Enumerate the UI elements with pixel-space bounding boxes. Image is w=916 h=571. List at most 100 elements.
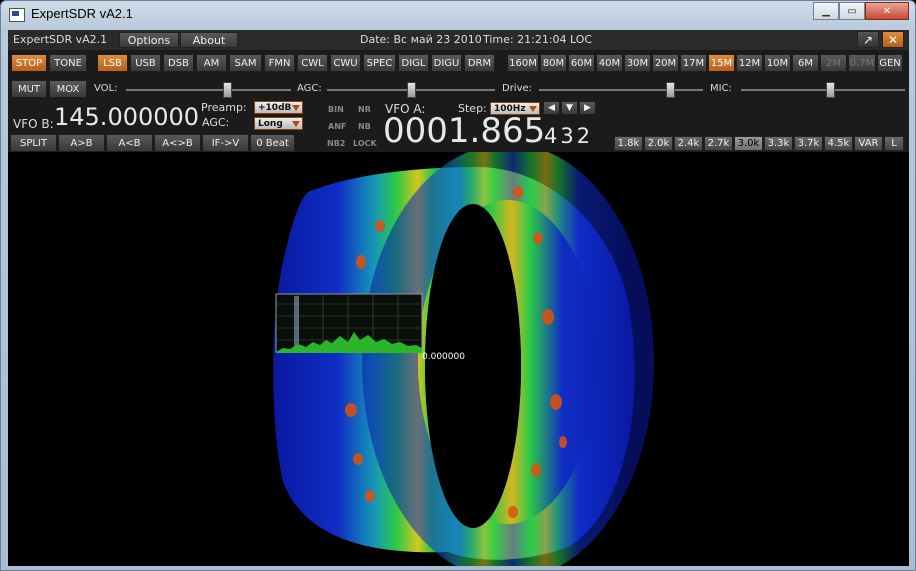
bandwidth-button-l[interactable]: L [884, 136, 904, 151]
bandwidth-button-3-0k[interactable]: 3.0k [734, 136, 763, 151]
nr-indicator[interactable]: NR [358, 105, 371, 114]
stop-button[interactable]: STOP [11, 54, 47, 72]
bandwidth-button-2-7k[interactable]: 2.7k [704, 136, 733, 151]
band-button-60m[interactable]: 60M [568, 54, 595, 72]
tone-button[interactable]: TONE [49, 54, 87, 72]
bandwidth-button-1-8k[interactable]: 1.8k [614, 136, 643, 151]
band-button-0-7m[interactable]: 0.7M [848, 54, 876, 72]
vol-slider[interactable] [126, 82, 291, 98]
vfo-button-3[interactable]: A<>B [154, 134, 201, 152]
anf-indicator[interactable]: ANF [328, 122, 346, 131]
mode-button-drm[interactable]: DRM [464, 54, 495, 72]
bandwidth-button-4-5k[interactable]: 4.5k [824, 136, 853, 151]
nb-indicator[interactable]: NB [358, 122, 371, 131]
drive-thumb[interactable] [666, 82, 676, 98]
bandwidth-button-var[interactable]: VAR [854, 136, 883, 151]
window-title: ExpertSDR vA2.1 [31, 6, 133, 21]
app-label: ExpertSDR vA2.1 [13, 33, 108, 46]
rx-passband-marker [294, 296, 299, 352]
vol-thumb[interactable] [222, 82, 232, 98]
maximize-icon: ▭ [847, 5, 857, 17]
band-button-40m[interactable]: 40M [596, 54, 623, 72]
options-menu[interactable]: Options [119, 32, 179, 48]
agc-select[interactable]: Long [254, 117, 303, 130]
drive-slider[interactable] [539, 82, 703, 98]
vfo-b-label: VFO B: [13, 117, 54, 131]
bin-indicator[interactable]: BIN [328, 105, 344, 114]
panel-close-button[interactable]: ✕ [882, 31, 904, 48]
band-button-15m[interactable]: 15M [708, 54, 735, 72]
bandwidth-button-3-3k[interactable]: 3.3k [764, 136, 793, 151]
agc-slider[interactable] [327, 82, 495, 98]
nb2-indicator[interactable]: NB2 [327, 139, 345, 148]
mode-button-usb[interactable]: USB [130, 54, 161, 72]
band-button-6m[interactable]: 6M [792, 54, 819, 72]
mode-button-fmn[interactable]: FMN [264, 54, 295, 72]
mute-button[interactable]: MUT [11, 80, 47, 98]
vfo-button-0[interactable]: SPLIT [10, 134, 57, 152]
preamp-value: +10dB [258, 102, 292, 113]
minimize-icon: ▁ [822, 5, 830, 17]
band-button-12m[interactable]: 12M [736, 54, 763, 72]
mode-button-dsb[interactable]: DSB [163, 54, 194, 72]
detach-button[interactable]: ↗ [857, 31, 879, 48]
agc-value: Long [258, 118, 283, 129]
waterfall-display[interactable]: 0.000000 [8, 152, 909, 566]
mic-slider[interactable] [741, 82, 905, 98]
vfo-a-sub-hz[interactable]: 432 [544, 124, 593, 148]
band-button-160m[interactable]: 160M [507, 54, 539, 72]
mode-button-cwl[interactable]: CWL [297, 54, 328, 72]
mic-thumb[interactable] [826, 82, 836, 98]
close-button[interactable]: ✕ [865, 2, 909, 20]
vol-label: VOL: [94, 83, 118, 94]
band-button-20m[interactable]: 20M [652, 54, 679, 72]
step-right-button[interactable]: ▶ [579, 101, 596, 115]
band-button-80m[interactable]: 80M [540, 54, 567, 72]
bandwidth-button-2-0k[interactable]: 2.0k [644, 136, 673, 151]
agc-slider-label: AGC: [297, 83, 322, 94]
step-down-button[interactable]: ▼ [561, 101, 578, 115]
client-area: ExpertSDR vA2.1 Options About Date: Вс м… [8, 30, 909, 566]
vfo-button-4[interactable]: IF->V [202, 134, 249, 152]
menu-bar: ExpertSDR vA2.1 Options About Date: Вс м… [8, 30, 909, 50]
band-button-gen[interactable]: GEN [877, 54, 903, 72]
step-left-button[interactable]: ◀ [543, 101, 560, 115]
vfo-a-frequency[interactable]: 0001.865 [383, 111, 545, 151]
panadapter-freq-label: 0.000000 [422, 352, 465, 362]
mode-button-sam[interactable]: SAM [229, 54, 262, 72]
arrow-up-right-icon: ↗ [862, 32, 874, 47]
preamp-select[interactable]: +10dB [254, 101, 303, 114]
bandwidth-button-2-4k[interactable]: 2.4k [674, 136, 703, 151]
minimize-button[interactable]: ▁ [813, 2, 839, 20]
vfo-button-5[interactable]: 0 Beat [250, 134, 295, 152]
chevron-down-icon [292, 105, 300, 111]
mode-button-am[interactable]: AM [196, 54, 227, 72]
maximize-button[interactable]: ▭ [839, 2, 865, 20]
vfo-button-1[interactable]: A>B [58, 134, 105, 152]
mode-button-cwu[interactable]: CWU [330, 54, 361, 72]
chevron-down-icon [292, 121, 300, 127]
band-button-30m[interactable]: 30M [624, 54, 651, 72]
mode-button-spec[interactable]: SPEC [363, 54, 396, 72]
close-icon: ✕ [882, 5, 892, 17]
chevron-left-icon: ◀ [548, 103, 555, 113]
title-bar[interactable]: ExpertSDR vA2.1 ▁ ▭ ✕ [1, 1, 915, 29]
mode-button-digu[interactable]: DIGU [431, 54, 462, 72]
cylinder-hole-inner [425, 204, 521, 528]
mode-button-digl[interactable]: DIGL [398, 54, 429, 72]
about-menu[interactable]: About [180, 32, 238, 48]
mode-button-lsb[interactable]: LSB [97, 54, 128, 72]
vfo-b-frequency[interactable]: 145.000000 [54, 103, 199, 131]
vfo-button-2[interactable]: A<B [106, 134, 153, 152]
preamp-label: Preamp: [201, 101, 247, 114]
lock-indicator[interactable]: LOCK [353, 139, 377, 148]
waterfall-cylinder: 0.000000 [273, 152, 654, 566]
band-button-2m[interactable]: 2M [820, 54, 847, 72]
bandwidth-button-3-7k[interactable]: 3.7k [794, 136, 823, 151]
mic-label: MIC: [710, 83, 732, 94]
band-button-17m[interactable]: 17M [680, 54, 707, 72]
mox-button[interactable]: MOX [49, 80, 87, 98]
chevron-down-icon: ▼ [566, 103, 573, 113]
band-button-10m[interactable]: 10M [764, 54, 791, 72]
agc-thumb[interactable] [406, 82, 416, 98]
